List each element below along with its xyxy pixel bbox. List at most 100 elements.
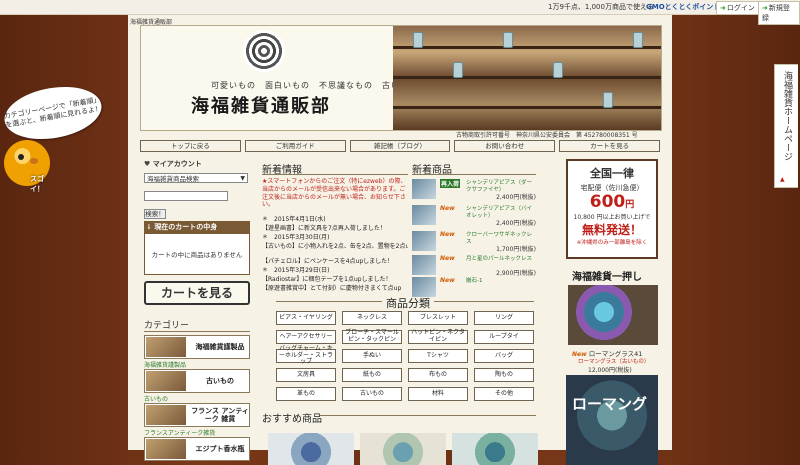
bottle (453, 62, 463, 78)
my-account-link[interactable]: ♥ マイアカウント (144, 159, 202, 169)
product-category-button[interactable]: ループタイ (474, 330, 534, 344)
nav-cart-button[interactable]: カートを見る (559, 140, 660, 152)
nav-guide-button[interactable]: ご利用ガイド (244, 140, 346, 152)
product-category-button[interactable]: 材料 (408, 387, 468, 401)
news-line: ＊ 2015年4月1日(水) (262, 216, 326, 223)
product-category-button[interactable]: ネックレス (342, 311, 402, 325)
product-category-button[interactable]: ヘアーアクセサリー (276, 330, 336, 344)
category-caption[interactable]: 海福雑貨謹製品 (144, 360, 186, 369)
product-category-button[interactable]: 革もの (276, 387, 336, 401)
product-thumb (412, 231, 436, 251)
shelf (393, 106, 661, 109)
chick-mascot-icon: スゴイ！ (4, 140, 50, 193)
new-badge: New (440, 277, 455, 284)
recommended-title: おすすめ商品 (262, 414, 322, 425)
category-thumb (146, 337, 186, 357)
product-category-button[interactable]: 紙もの (342, 368, 402, 382)
product-category-button[interactable]: ブローチ・スマールピン・タックピン (342, 330, 402, 344)
category-thumb (146, 405, 186, 425)
view-cart-button[interactable]: カートを見る (144, 281, 250, 305)
divider (412, 174, 536, 175)
product-category-button[interactable]: Tシャツ (408, 349, 468, 363)
recommended-product-image[interactable] (452, 433, 538, 465)
product-category-button[interactable]: ハットピン・ネクタイピン (408, 330, 468, 344)
new-item[interactable]: New クローバーワサギネックレス 1,700円(税抜) (412, 231, 536, 255)
product-category-button[interactable]: その他 (474, 387, 534, 401)
news-line[interactable]: 【遊星画書】に新文具を7点再入荷しました！ (262, 223, 408, 232)
recommend-sub: ローマングラス（古いもの） (578, 359, 650, 365)
bottle (413, 32, 423, 48)
home-side-tab[interactable]: 海福雑貨ホームページ ▲ (774, 64, 798, 188)
promo-note: ※沖縄県のみ一部離島を除く (576, 240, 648, 246)
product-category-button[interactable]: 古いもの (342, 387, 402, 401)
shipping-promo[interactable]: 全国一律 宅配便（佐川急便） 600円 10,800 円以上お買い上げで 無料発… (566, 159, 658, 259)
product-thumb (412, 179, 436, 199)
recommend-image[interactable] (568, 285, 658, 345)
register-button[interactable]: ➜新規登録 (758, 1, 800, 25)
divider (434, 301, 534, 302)
news-line[interactable]: 【Radiostar】に梱包テープを1点upしました！ (262, 274, 408, 283)
new-item[interactable]: New 嵌石-1 (412, 277, 536, 301)
divider (320, 415, 536, 416)
bottle (503, 32, 513, 48)
product-category-button[interactable]: 布もの (408, 368, 468, 382)
product-grid-title: 商品分類 (386, 297, 430, 310)
bottle (633, 32, 643, 48)
down-arrow-icon: ↓ (146, 222, 152, 231)
divider (276, 301, 382, 302)
product-category-button[interactable]: ピアス・イヤリング (276, 311, 336, 325)
category-item-french[interactable]: フランス アンティーク 雑貨 (144, 403, 250, 427)
product-name: 月と星のパールネックレス (466, 256, 533, 262)
search-button[interactable]: 検索！ (144, 209, 166, 219)
login-button[interactable]: ➜ログイン (716, 1, 759, 15)
news-line[interactable]: 【原遊書雑賞中】とて付刻）に慶物付きまくて点up (262, 283, 408, 292)
category-item-old[interactable]: 古いもの (144, 369, 250, 393)
roman-glass-banner[interactable]: ローマング (566, 375, 658, 465)
category-caption[interactable]: 古いもの (144, 394, 168, 403)
new-item[interactable]: New シャンデリアピアス（バイオレット） 2,400円(税抜) (412, 205, 536, 229)
restock-badge: 再入荷 (440, 179, 461, 188)
category-label: 海福雑貨謹製品 (195, 342, 245, 352)
up-arrow-icon: ▲ (780, 176, 785, 183)
category-caption[interactable]: フランスアンティーク雑貨 (144, 428, 215, 437)
product-category-button[interactable]: リング (474, 311, 534, 325)
nav-contact-button[interactable]: お問い合わせ (454, 140, 556, 152)
recommended-product-image[interactable] (360, 433, 446, 465)
cart-empty-message: カートの中に商品はありません (144, 233, 250, 275)
product-price: 2,900円(税抜) (496, 270, 536, 277)
search-input[interactable] (144, 191, 228, 201)
top-bar: 1万9千点、1,000万商品で使える GMOとくとくポイント ➜ログイン ➜新規… (0, 0, 800, 25)
nav-top-button[interactable]: トップに戻る (140, 140, 241, 152)
page-container: 海福雑貨通販部 可愛いもの 面白いもの 不思議なもの 古いもの 海福雑貨通販部 … (128, 15, 672, 465)
speech-bubble: カテゴリーページで「新着順」を選ぶと、新着順に見れるよ！ (0, 79, 106, 147)
site-banner[interactable]: 可愛いもの 面白いもの 不思議なもの 古いもの 海福雑貨通販部 (140, 25, 662, 131)
category-item-original[interactable]: 海福雑貨謹製品 (144, 335, 250, 359)
product-category-button[interactable]: 文房具 (276, 368, 336, 382)
news-line[interactable]: 【パチェロル】にペンケースを4点upしました！ (262, 256, 408, 265)
product-category-button[interactable]: バッグ (474, 349, 534, 363)
nav-blog-button[interactable]: 雑記帳（ブログ） (349, 140, 451, 152)
new-item[interactable]: 再入荷 シャンデリアピアス（ダークサファイヤ） 2,400円(税抜) (412, 179, 536, 203)
news-notice: ★スマートフォンからのご注文（特にezweb）の際、当店からのメールが受信出来な… (262, 178, 407, 209)
cart-heading-label: 現在のカートの中身 (154, 222, 218, 231)
chick-text: スゴイ！ (30, 175, 44, 193)
gmo-point-link[interactable]: GMOとくとくポイント (646, 2, 720, 12)
my-account-label: マイアカウント (152, 160, 202, 168)
product-category-button[interactable]: バッグチャーム・キーホルダー・ストラップ (276, 345, 336, 365)
ammonite-logo-icon (243, 30, 285, 72)
heart-icon: ♥ (144, 160, 151, 168)
shop-photo (393, 26, 661, 130)
search-category-select[interactable]: 海福雑貨商品検索 ▼ (144, 173, 248, 183)
product-category-button[interactable]: ブレスレット (408, 311, 468, 325)
product-category-button[interactable]: 手ぬい (342, 349, 402, 363)
roman-glass-text: ローマング (572, 395, 648, 413)
product-thumb (412, 255, 436, 275)
divider (262, 174, 408, 175)
category-item-egypt[interactable]: エジプト香水瓶 (144, 437, 250, 461)
product-category-button[interactable]: 陶もの (474, 368, 534, 382)
news-line[interactable]: 【古いもの】に小物入れを2点、缶を2点、置物を2点upしました！ (262, 241, 408, 250)
new-item[interactable]: New 月と星のパールネックレス 2,900円(税抜) (412, 255, 536, 279)
news-line: ＊ 2015年3月30日(月) (262, 234, 330, 241)
cart-heading: ↓ 現在のカートの中身 (144, 221, 250, 233)
recommended-product-image[interactable] (268, 433, 354, 465)
